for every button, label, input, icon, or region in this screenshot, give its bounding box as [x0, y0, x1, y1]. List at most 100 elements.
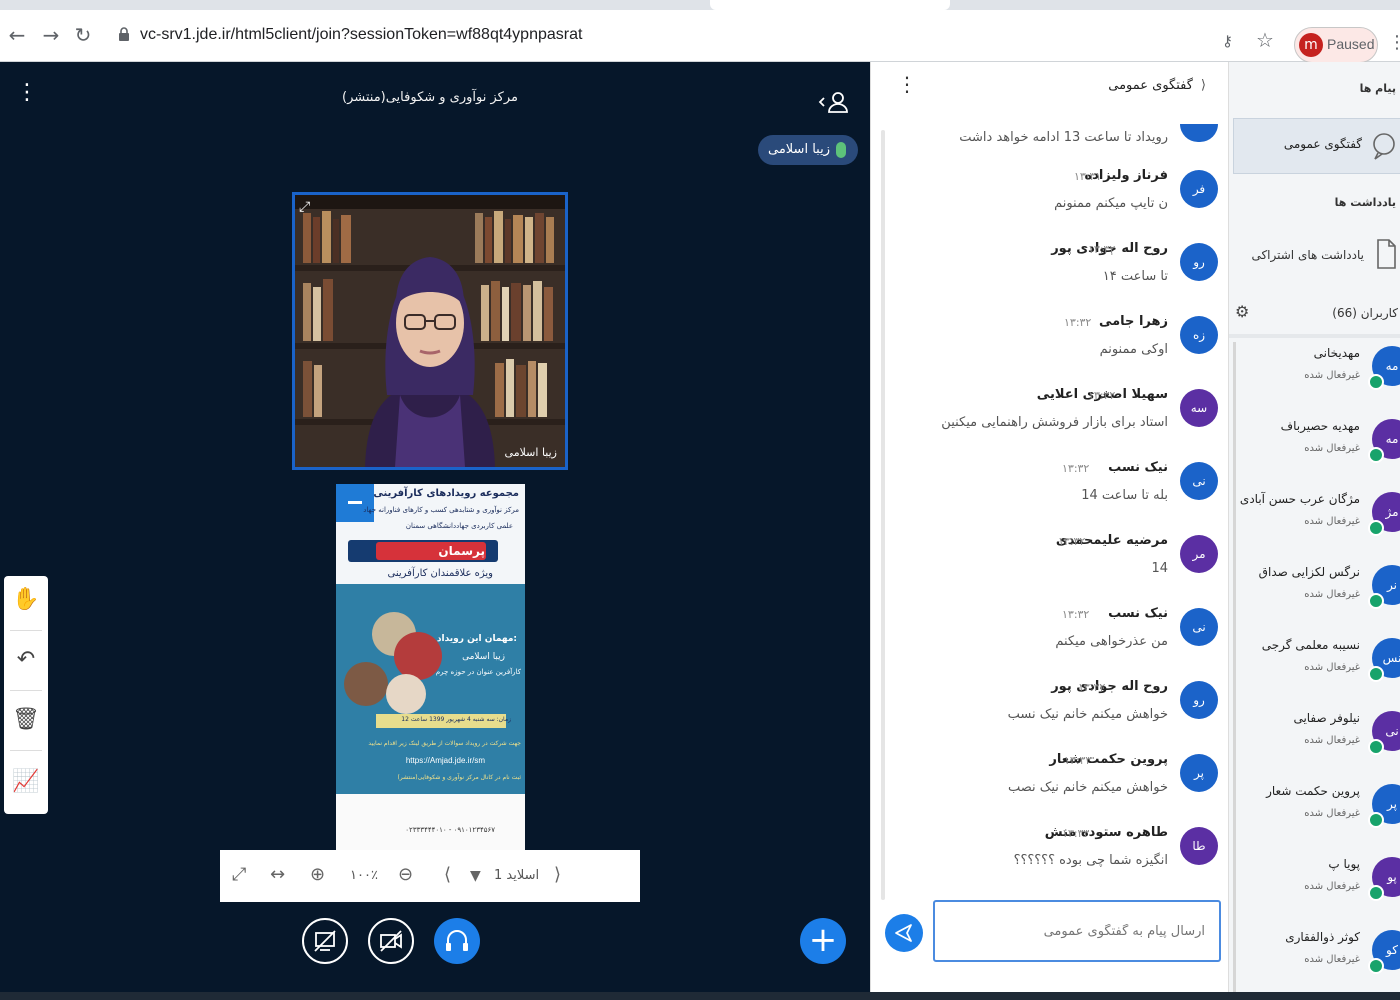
slide-dropdown-icon[interactable]: ▼	[470, 868, 481, 884]
actions-plus-button[interactable]: +	[800, 918, 846, 964]
next-slide-icon[interactable]: ⟩	[554, 864, 561, 885]
url-text[interactable]: vc-srv1.jde.ir/html5client/join?sessionT…	[140, 26, 582, 44]
message-time: ۱۳:۳۲	[1058, 535, 1086, 548]
message-text: انگیزه شما چی بوده ؟؟؟؟؟؟	[1013, 853, 1168, 868]
slide-date: زمان: سه شنبه 4 شهریور 1399 ساعت 12	[401, 716, 511, 723]
chat-panel: ⋮ گفتگوی عمومی ⟩ رویداد تا ساعت 13 ادامه…	[870, 62, 1228, 1000]
hand-tool-icon[interactable]: ✋	[12, 586, 40, 614]
undo-icon[interactable]: ↶	[12, 646, 40, 674]
chat-options-icon[interactable]: ⋮	[897, 74, 917, 94]
slide-link: https://Amjad.jde.ir/sm	[405, 756, 485, 765]
key-icon[interactable]: ⚷	[1222, 32, 1233, 50]
user-list-item[interactable]: نر نرگس لکزایی صداق غیرفعال شده	[1236, 561, 1400, 631]
chat-message-input[interactable]	[935, 902, 1219, 960]
message-sender: نیک نسب	[1108, 606, 1168, 621]
fullscreen-icon[interactable]: ⤢	[299, 199, 310, 215]
messages-section-header: پیام ها	[1359, 82, 1396, 95]
user-status: غیرفعال شده	[1304, 370, 1360, 381]
slide-header: مجموعه رویدادهای کارآفرینی	[373, 488, 519, 499]
presentation-stage: ⋮ مرکز نوآوری و شکوفایی(منتشر) زیبا اسلا…	[0, 62, 870, 1000]
gear-icon[interactable]: ⚙	[1235, 302, 1249, 321]
chat-scrollbar[interactable]	[881, 130, 885, 900]
message-text: بله تا ساعت 14	[1081, 488, 1168, 503]
presentation-toolbar: ⤢ ↔ ⊕ ۱۰۰٪ ⊖ ⟨ ▼ اسلاید 1 ⟩	[220, 850, 640, 902]
user-name: نرگس لکزایی صداق	[1258, 565, 1360, 579]
user-list-item[interactable]: مه مهدیه حصیرباف غیرفعال شده	[1236, 415, 1400, 485]
forward-arrow-icon[interactable]: →	[38, 22, 64, 48]
share-screen-button[interactable]	[302, 918, 348, 964]
browser-menu-icon[interactable]: ⋮	[1388, 32, 1400, 53]
reload-icon[interactable]: ↻	[70, 22, 96, 48]
webcam-name-label: زیبا اسلامی	[504, 446, 557, 459]
listen-only-icon	[1368, 520, 1384, 536]
slide-guest-role: کارآفرین عنوان در حوزه چرم	[435, 668, 521, 676]
message-time: ۱۳:۳۳	[1064, 754, 1092, 767]
send-icon	[895, 924, 912, 942]
user-list-item[interactable]: نس نسیبه معلمی گرجی غیرفعال شده	[1236, 634, 1400, 704]
trash-icon[interactable]: 🗑	[12, 706, 40, 734]
video-off-icon	[380, 930, 402, 952]
user-list-item[interactable]: پو پویا پ غیرفعال شده	[1236, 853, 1400, 923]
bookmark-star-icon[interactable]: ☆	[1256, 28, 1274, 52]
previous-slide-icon[interactable]: ⟨	[444, 864, 451, 885]
listen-only-icon	[1368, 593, 1384, 609]
fit-screen-icon[interactable]: ⤢	[232, 864, 246, 885]
public-chat-item[interactable]: گفتگوی عمومی	[1233, 118, 1400, 174]
slide-number[interactable]: اسلاید 1	[494, 868, 539, 883]
chat-message: رو روح اله جوادی پور ۱۳:۳۲ تا ساعت ۱۴	[888, 239, 1218, 303]
user-name: مژگان عرب حسن آبادی	[1239, 492, 1360, 506]
webcam-video[interactable]: ⤢ زیبا اسلامی	[292, 192, 568, 470]
listen-only-icon	[1368, 958, 1384, 974]
user-list-item[interactable]: مه مهدیخانی غیرفعال شده	[1236, 342, 1400, 412]
user-name: پویا پ	[1328, 857, 1360, 871]
message-time: ۱۳:۳۲	[1088, 243, 1116, 256]
current-talker-badge: زیبا اسلامی	[758, 135, 858, 165]
message-text: رویداد تا ساعت 13 ادامه خواهد داشت	[959, 130, 1168, 145]
slide-audience: ویژه علاقمندان کارآفرینی	[387, 568, 493, 579]
slide-canvas	[336, 484, 525, 850]
message-avatar: رو	[1180, 243, 1218, 281]
user-list-item[interactable]: مژ مژگان عرب حسن آبادی غیرفعال شده	[1236, 488, 1400, 558]
shared-notes-item[interactable]: یادداشت های اشتراکی	[1251, 248, 1364, 262]
user-list-item[interactable]: کو کوثر ذوالفقاری غیرفعال شده	[1236, 926, 1400, 996]
share-webcam-button[interactable]	[368, 918, 414, 964]
chat-bubble-icon	[1373, 133, 1395, 160]
message-avatar: پر	[1180, 754, 1218, 792]
address-bar[interactable]: vc-srv1.jde.ir/html5client/join?sessionT…	[112, 20, 1282, 52]
slide-sub2: علمی کاربردی جهاددانشگاهی سمنان	[405, 522, 513, 530]
user-name: نیلوفر صفایی	[1293, 711, 1360, 725]
send-message-button[interactable]	[885, 914, 923, 952]
screen-share-off-icon	[314, 930, 336, 952]
message-avatar: زه	[1180, 316, 1218, 354]
user-name: مهدیه حصیرباف	[1280, 419, 1360, 433]
back-arrow-icon[interactable]: ←	[4, 22, 30, 48]
user-list-item[interactable]: پر پروین حکمت شعار غیرفعال شده	[1236, 780, 1400, 850]
user-list-item[interactable]: نی نیلوفر صفایی غیرفعال شده	[1236, 707, 1400, 777]
chat-header[interactable]: گفتگوی عمومی ⟩	[1108, 78, 1206, 93]
user-status: غیرفعال شده	[1304, 735, 1360, 746]
multi-user-whiteboard-icon[interactable]: 📈	[12, 768, 40, 796]
notes-section-header: یادداشت ها	[1334, 196, 1396, 209]
chat-message: پر پروین حکمت شعار ۱۳:۳۳ خواهش میکنم خانم ن…	[888, 750, 1218, 814]
chat-message-input-box[interactable]	[933, 900, 1221, 962]
audio-button[interactable]	[434, 918, 480, 964]
user-status: غیرفعال شده	[1304, 589, 1360, 600]
message-text: تا ساعت ۱۴	[1102, 269, 1168, 284]
options-menu-icon[interactable]: ⋮	[16, 82, 38, 104]
message-avatar: طا	[1180, 827, 1218, 865]
browser-tab-active[interactable]	[710, 0, 950, 10]
slide-phone: ۰۲۳۳۳۴۴۴۰۱۰ - ۰۹۱۰۱۲۳۴۵۶۷	[405, 826, 495, 834]
profile-button[interactable]: m Paused	[1294, 27, 1378, 63]
message-text: من عذرخواهی میکنم	[1055, 634, 1168, 649]
chat-message: نی نیک نسب ۱۳:۳۲ من عذرخواهی میکنم	[888, 604, 1218, 668]
user-name: کوثر ذوالفقاری	[1285, 930, 1360, 944]
message-text: اوکی ممنونم	[1099, 342, 1168, 357]
zoom-out-icon[interactable]: ⊖	[398, 864, 413, 885]
message-avatar: نی	[1180, 462, 1218, 500]
browser-tabstrip	[0, 0, 1400, 10]
zoom-in-icon[interactable]: ⊕	[310, 864, 325, 885]
user-list-toggle-icon[interactable]	[818, 90, 852, 114]
whiteboard-toolbar: ✋ ↶ 🗑 📈	[4, 576, 48, 814]
fit-width-icon[interactable]: ↔	[270, 864, 285, 885]
message-avatar: نی	[1180, 608, 1218, 646]
